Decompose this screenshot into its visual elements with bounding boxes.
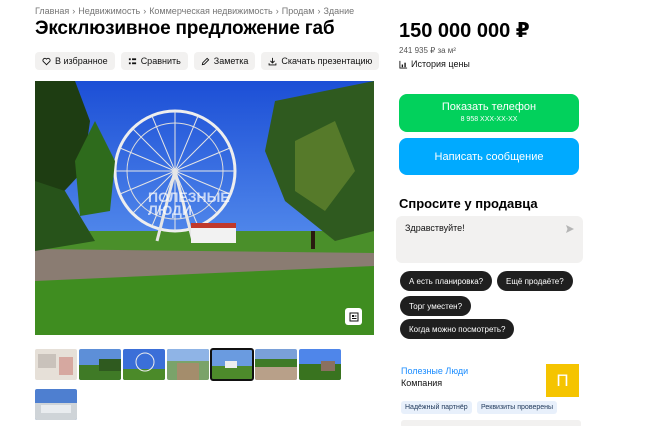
thumbnail[interactable] xyxy=(299,349,341,380)
ask-seller-title: Спросите у продавца xyxy=(399,196,538,211)
phone-masked: 8 958 XXX-XX-XX xyxy=(460,116,518,123)
thumbnail[interactable] xyxy=(35,389,77,420)
breadcrumb-separator: › xyxy=(72,6,76,16)
breadcrumb-separator: › xyxy=(143,6,147,16)
breadcrumb-link[interactable]: Коммерческая недвижимость xyxy=(149,6,273,16)
suggestion-chip[interactable]: Когда можно посмотреть? xyxy=(400,319,515,339)
compare-label: Сравнить xyxy=(140,56,181,66)
show-phone-label: Показать телефон xyxy=(441,101,537,113)
reliable-partner-badge: Надёжный партнёр xyxy=(401,401,472,414)
thumbnail-image xyxy=(79,349,121,380)
breadcrumb-separator: › xyxy=(317,6,321,16)
download-presentation-button[interactable]: Скачать презентацию xyxy=(261,52,380,70)
note-button[interactable]: Заметка xyxy=(193,52,256,70)
compare-icon xyxy=(128,57,136,64)
next-section-preview xyxy=(401,420,581,426)
price-history-label: История цены xyxy=(411,59,470,69)
main-photo[interactable]: ПОЛЕЗНЫЕ ЛЮДИ xyxy=(35,81,374,335)
thumbnail-image xyxy=(123,349,165,380)
thumbnail[interactable] xyxy=(35,349,77,380)
thumbnail-image xyxy=(211,349,253,380)
price: 150 000 000 ₽ xyxy=(399,20,530,42)
seller-name-link[interactable]: Полезные Люди xyxy=(401,366,468,376)
price-per-meter: 241 935 ₽ за м² xyxy=(399,46,456,55)
thumbnail-image xyxy=(35,389,77,420)
breadcrumb-link[interactable]: Главная xyxy=(35,6,69,16)
breadcrumb: Главная › Недвижимость › Коммерческая недвиж… xyxy=(35,6,354,16)
thumbnail-image xyxy=(299,349,341,380)
favorite-button[interactable]: В избранное xyxy=(35,52,115,70)
heart-icon xyxy=(42,57,51,65)
breadcrumb-link[interactable]: Недвижимость xyxy=(78,6,140,16)
watermark: ПОЛЕЗНЫЕ ЛЮДИ xyxy=(148,190,230,218)
ask-seller-input[interactable]: Здравствуйте! xyxy=(396,216,583,263)
thumbnail[interactable] xyxy=(167,349,209,380)
suggestion-chip[interactable]: А есть планировка? xyxy=(400,271,493,291)
compare-button[interactable]: Сравнить xyxy=(120,52,188,70)
download-presentation-label: Скачать презентацию xyxy=(281,56,373,66)
thumbnail[interactable] xyxy=(255,349,297,380)
thumbnail-image xyxy=(167,349,209,380)
write-message-button[interactable]: Написать сообщение xyxy=(399,138,579,175)
verified-details-badge: Реквизиты проверены xyxy=(477,401,558,414)
page-title: Эксклюзивное предложение габ xyxy=(35,18,335,39)
watermark-line: ЛЮДИ xyxy=(148,202,192,218)
gallery-expand-icon xyxy=(349,312,358,321)
seller-logo[interactable]: П xyxy=(546,364,579,397)
thumbnail[interactable] xyxy=(123,349,165,380)
send-icon[interactable] xyxy=(565,224,575,234)
suggestion-chip[interactable]: Ещё продаёте? xyxy=(497,271,573,291)
chart-icon xyxy=(399,60,408,69)
breadcrumb-link[interactable]: Здание xyxy=(323,6,354,16)
favorite-label: В избранное xyxy=(55,56,108,66)
show-phone-button[interactable]: Показать телефон 8 958 XXX-XX-XX xyxy=(399,94,579,132)
suggestion-chip[interactable]: Торг уместен? xyxy=(400,296,472,316)
price-history-link[interactable]: История цены xyxy=(399,59,470,69)
breadcrumb-separator: › xyxy=(275,6,279,16)
ask-seller-input-text: Здравствуйте! xyxy=(405,223,465,233)
breadcrumb-link[interactable]: Продам xyxy=(282,6,315,16)
thumbnail-image xyxy=(255,349,297,380)
note-label: Заметка xyxy=(213,56,249,66)
thumbnail[interactable] xyxy=(79,349,121,380)
thumbnail-selected[interactable] xyxy=(210,348,254,381)
download-icon xyxy=(269,57,277,65)
action-bar: В избранное Сравнить Заметка Скачать пре… xyxy=(35,52,380,70)
fullscreen-button[interactable] xyxy=(345,308,362,325)
note-icon xyxy=(201,57,210,65)
seller-type: Компания xyxy=(401,378,443,388)
thumbnail-image xyxy=(35,349,77,380)
